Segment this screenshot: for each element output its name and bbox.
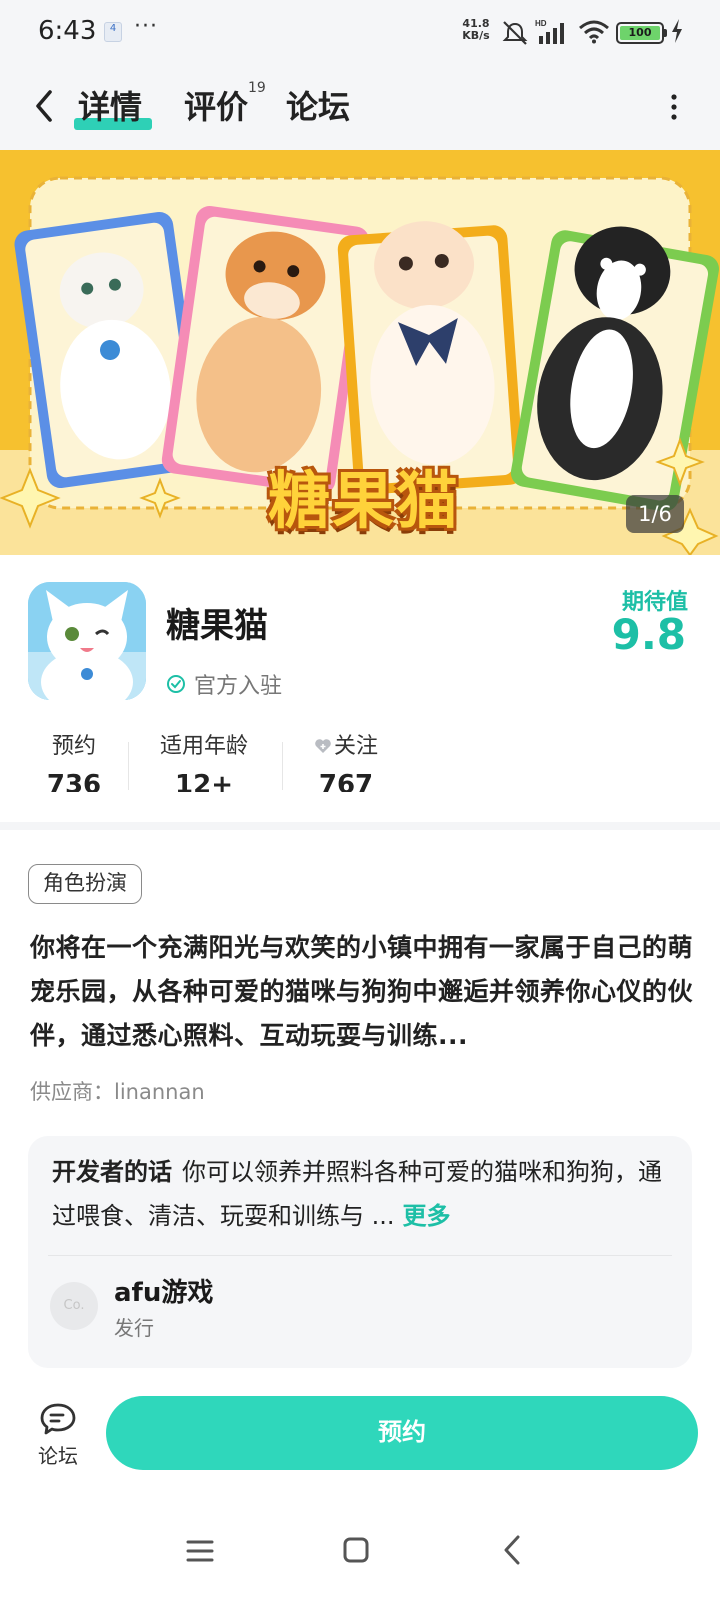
forum-chat-icon [40, 1403, 76, 1435]
more-options-icon[interactable] [664, 92, 684, 122]
banner-title: 糖果猫 [268, 464, 461, 537]
app-icon-image [28, 582, 146, 700]
expectation-score: 9.8 [611, 610, 686, 659]
developer-note[interactable]: 开发者的话 你可以领养并照料各种可爱的猫咪和狗狗，通过喂食、清洁、玩耍和训练与 .… [52, 1150, 668, 1238]
system-back-icon[interactable] [502, 1534, 522, 1566]
developer-note-label: 开发者的话 [52, 1158, 172, 1186]
follow-label: 关注 [333, 734, 378, 759]
network-speed: 41.8 KB/s [456, 18, 496, 42]
top-nav: 详情 评价 19 论坛 [0, 62, 720, 150]
mute-icon [502, 21, 528, 45]
stats-row: 预约 736 适用年龄 12+ 关注 767 [0, 728, 720, 808]
tab-detail[interactable]: 详情 [78, 82, 142, 128]
stat-value: 736 [46, 770, 102, 792]
developer-more-link[interactable]: 更多 [403, 1202, 451, 1230]
charging-icon [672, 19, 682, 43]
verified-icon [167, 675, 185, 693]
status-time: 6:43 [38, 16, 97, 46]
card-divider [48, 1255, 672, 1256]
notification-icon: 4 [104, 22, 122, 42]
banner-page-counter: 1/6 [626, 495, 684, 533]
section-divider [0, 822, 720, 830]
game-title: 糖果猫 [166, 606, 268, 646]
signal-hd-label: HD [535, 19, 547, 28]
stat-label: 适用年龄 [159, 734, 248, 759]
tab-forum[interactable]: 论坛 [286, 82, 350, 128]
battery-icon: 100 [616, 22, 664, 44]
stat-age-rating: 适用年龄 12+ [154, 728, 254, 792]
stat-value: 767 [318, 770, 374, 792]
reviews-count: 19 [248, 80, 266, 96]
publisher-role: 发行 [114, 1316, 154, 1340]
stat-divider [282, 742, 283, 790]
publisher-avatar[interactable]: Co. [50, 1282, 98, 1330]
genre-tag[interactable]: 角色扮演 [28, 864, 142, 904]
signal-icon: HD [535, 19, 564, 44]
banner-carousel[interactable]: 糖果猫 1/6 [0, 150, 720, 555]
wifi-icon [579, 20, 609, 44]
developer-card: 开发者的话 你可以领养并照料各种可爱的猫咪和狗狗，通过喂食、清洁、玩耍和训练与 .… [28, 1136, 692, 1368]
status-more-icon: ··· [134, 14, 158, 39]
reserve-button[interactable]: 预约 [106, 1396, 698, 1470]
battery-cap [664, 29, 667, 37]
app-icon [28, 582, 146, 700]
follow-heart-icon [315, 739, 331, 753]
network-speed-unit: KB/s [462, 29, 490, 42]
recent-apps-icon[interactable] [186, 1538, 214, 1564]
verified-label: 官方入驻 [194, 674, 283, 699]
supplier-info: 供应商：linannan [30, 1080, 205, 1104]
stat-followers[interactable]: 关注 767 [306, 728, 386, 792]
stat-label-follow: 关注 [306, 728, 386, 760]
forum-label: 论坛 [38, 1444, 78, 1468]
publisher-name[interactable]: afu游戏 [114, 1272, 213, 1309]
status-bar: 6:43 4 ··· 41.8 KB/s HD 100 [0, 0, 720, 62]
stat-label: 预约 [51, 734, 96, 759]
back-icon[interactable] [30, 86, 58, 126]
system-nav-bar [0, 1510, 720, 1600]
battery-level: 100 [620, 26, 660, 40]
home-icon[interactable] [342, 1536, 370, 1564]
stat-value: 12+ [175, 770, 233, 792]
tab-reviews[interactable]: 评价 [184, 82, 248, 128]
stat-divider [128, 742, 129, 790]
stat-reservations: 预约 736 [44, 728, 104, 792]
game-description[interactable]: 你将在一个充满阳光与欢笑的小镇中拥有一家属于自己的萌宠乐园，从各种可爱的猫咪与狗… [30, 926, 694, 1058]
forum-button[interactable]: 论坛 [30, 1402, 86, 1474]
